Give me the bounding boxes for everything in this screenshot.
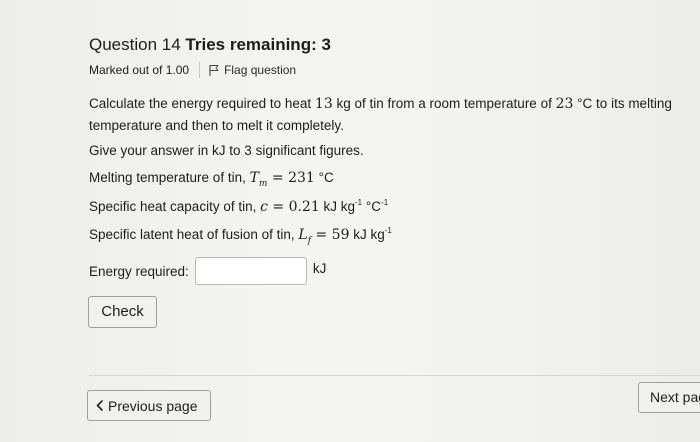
flag-icon bbox=[209, 64, 219, 76]
heat-capacity-label: Specific heat capacity of tin, bbox=[89, 199, 261, 214]
tries-remaining: Tries remaining: 3 bbox=[185, 35, 331, 54]
latent-heat-label: Specific latent heat of fusion of tin, bbox=[89, 227, 299, 242]
latent-heat-unit: kJ kg bbox=[349, 227, 385, 242]
heat-capacity-symbol: c bbox=[260, 199, 268, 215]
room-temperature-value: 23 bbox=[555, 96, 574, 112]
question-number: Question 14 bbox=[89, 35, 181, 54]
melting-label: Melting temperature of tin, bbox=[89, 170, 250, 185]
meta-divider bbox=[199, 62, 201, 78]
answer-row: Energy required: kJ bbox=[89, 257, 326, 285]
melting-temperature-line: Melting temperature of tin, Tm = 231 °C bbox=[89, 170, 334, 189]
flag-question-link[interactable]: Flag question bbox=[208, 63, 296, 77]
previous-page-button[interactable]: Previous page bbox=[87, 390, 211, 421]
equals-sign: = bbox=[267, 170, 289, 186]
question-title: Question 14 Tries remaining: 3 bbox=[89, 35, 331, 55]
heat-capacity-unit: °C bbox=[362, 199, 382, 214]
mass-value: 13 bbox=[314, 96, 333, 112]
melting-symbol: T bbox=[249, 170, 259, 186]
question-text: Calculate the energy required to heat 13… bbox=[89, 93, 689, 136]
latent-heat-line: Specific latent heat of fusion of tin, L… bbox=[89, 226, 392, 246]
chevron-left-icon bbox=[96, 400, 103, 411]
question-text-part: kg of tin from a room temperature of bbox=[332, 96, 556, 111]
equals-sign: = bbox=[311, 227, 332, 243]
next-page-button[interactable]: Next pag bbox=[638, 382, 700, 413]
question-meta: Marked out of 1.00 Flag question bbox=[89, 62, 296, 78]
answer-unit: kJ bbox=[312, 260, 327, 276]
heat-capacity-value: 0.21 bbox=[288, 199, 320, 215]
latent-heat-value: 59 bbox=[331, 227, 350, 243]
exponent: -1 bbox=[384, 226, 392, 235]
check-button[interactable]: Check bbox=[88, 296, 157, 328]
navigation-divider bbox=[89, 375, 700, 376]
question-text-part: Calculate the energy required to heat bbox=[89, 96, 315, 111]
melting-unit: °C bbox=[314, 170, 334, 185]
melting-value: 231 bbox=[288, 170, 315, 186]
equals-sign: = bbox=[267, 199, 289, 215]
latent-heat-symbol: L bbox=[298, 227, 308, 243]
exponent: -1 bbox=[381, 198, 389, 207]
heat-capacity-unit: kJ kg bbox=[319, 199, 356, 214]
marked-out-of: Marked out of 1.00 bbox=[89, 63, 190, 77]
previous-page-label: Previous page bbox=[108, 397, 198, 414]
energy-answer-input[interactable] bbox=[194, 257, 307, 285]
heat-capacity-line: Specific heat capacity of tin, c = 0.21 … bbox=[89, 198, 388, 215]
instruction-text: Give your answer in kJ to 3 significant … bbox=[89, 143, 364, 158]
flag-question-label: Flag question bbox=[224, 63, 297, 77]
answer-label: Energy required: bbox=[89, 263, 189, 279]
